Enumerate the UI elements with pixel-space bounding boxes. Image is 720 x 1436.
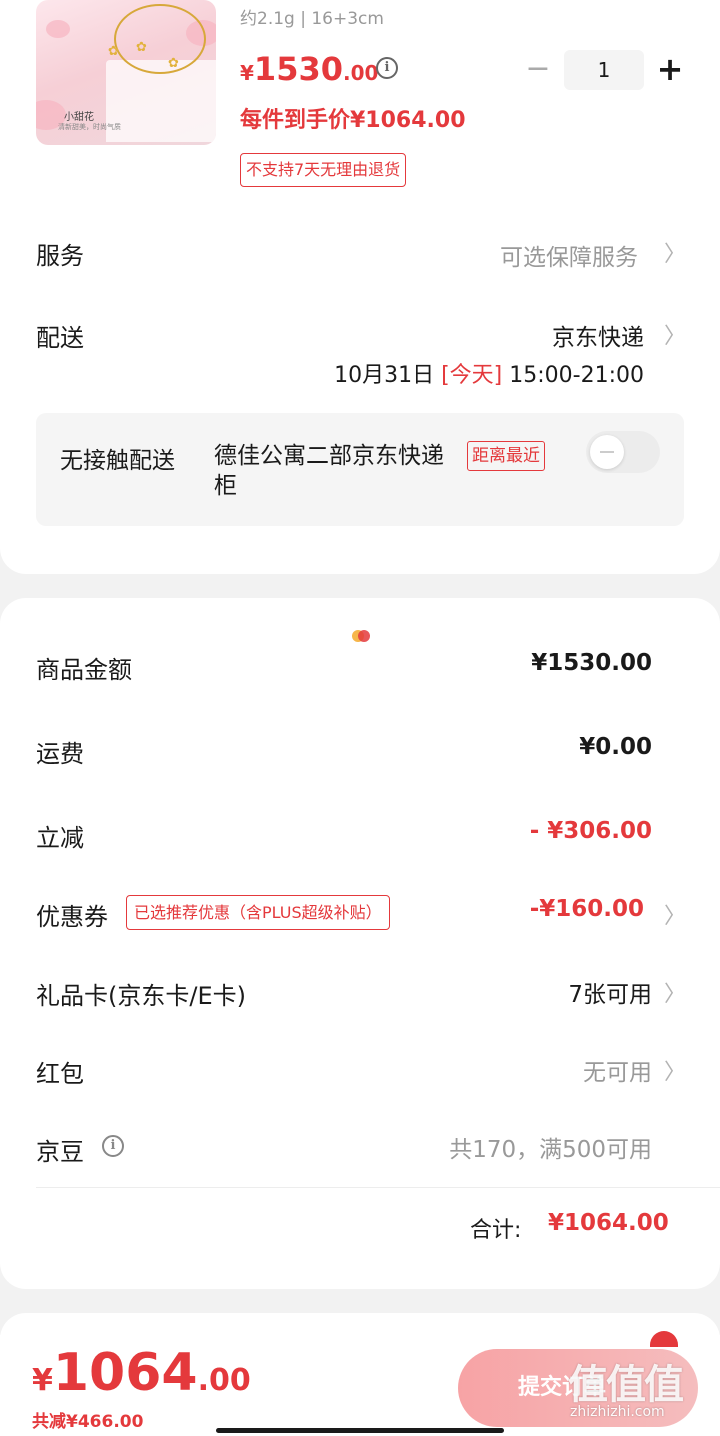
bracelet-chain-image [114,4,206,74]
coupon-label: 优惠券 [36,903,108,931]
contactless-label: 无接触配送 [60,448,175,474]
contactless-delivery-panel: 无接触配送 德佳公寓二部京东快递柜 距离最近 [36,413,684,526]
flower-charm-icon: ✿ [108,44,119,59]
product-price: ¥1530.00 [240,50,378,88]
quantity-input[interactable]: 1 [564,50,644,90]
watermark-logo: 值值值 [568,1362,684,1408]
service-value[interactable]: 可选保障服务 [500,238,638,272]
info-icon[interactable]: i [376,57,398,79]
shipping-value: ¥0.00 [579,734,652,760]
unit-final-price: 每件到手价¥1064.00 [240,108,466,133]
jingdou-value: 共170，满500可用 [449,1137,652,1163]
product-thumb-title: 小甜花 [64,112,94,123]
nearest-tag: 距离最近 [467,441,545,471]
coupon-selected-tag[interactable]: 已选推荐优惠（含PLUS超级补贴） [126,895,390,930]
locker-address: 德佳公寓二部京东快递柜 [214,443,444,499]
price-currency: ¥ [240,61,254,85]
price-integer: 1064 [52,1343,198,1403]
chevron-right-icon[interactable]: 〉 [664,318,686,350]
chevron-right-icon[interactable]: 〉 [664,1054,686,1086]
product-spec: 约2.1g | 16+3cm [240,9,384,29]
quantity-decrease-button[interactable]: − [524,52,552,88]
flower-charm-icon: ✿ [136,40,147,55]
goods-amount-label: 商品金额 [36,656,132,684]
total-value: ¥1064.00 [548,1210,669,1236]
price-decimal: .00 [342,61,379,85]
instant-discount-value: - ¥306.00 [529,818,652,844]
loading-indicator [352,630,370,642]
price-decimal: .00 [197,1363,251,1398]
delivery-today-tag: [今天] [441,363,503,388]
delivery-carrier[interactable]: 京东快递 [552,318,644,352]
price-integer: 1530 [253,50,343,88]
watermark-url: zhizhizhi.com [570,1404,665,1420]
giftcard-value[interactable]: 7张可用 [568,975,652,1009]
info-icon[interactable]: i [102,1135,124,1157]
price-currency: ¥ [32,1363,53,1398]
delivery-window: 15:00-21:00 [509,363,644,388]
total-label: 合计: [470,1218,522,1243]
flower-charm-icon: ✿ [168,56,179,71]
watermark: 值值值 zhizhizhi.com [566,1352,716,1434]
product-thumb-subtitle: 清新甜美，时尚气质 [58,123,121,131]
chevron-right-icon[interactable]: 〉 [664,976,686,1008]
no-return-tag: 不支持7天无理由退货 [240,153,407,187]
chevron-right-icon[interactable]: 〉 [664,236,686,268]
petal-decoration [46,20,70,38]
goods-amount-value: ¥1530.00 [531,650,652,676]
delivery-time[interactable]: 10月31日 [今天] 15:00-21:00 [334,357,644,389]
delivery-label: 配送 [36,324,84,352]
product-thumbnail[interactable]: ✿ ✿ ✿ 小甜花 清新甜美，时尚气质 [36,0,216,145]
instant-discount-label: 立减 [36,824,84,852]
coupon-value[interactable]: -¥160.00 [530,896,644,922]
giftcard-label: 礼品卡(京东卡/E卡) [36,982,246,1010]
home-indicator[interactable] [216,1428,504,1433]
jingdou-label: 京豆 [36,1138,84,1166]
contactless-toggle[interactable] [586,431,660,473]
chevron-right-icon[interactable]: 〉 [664,898,686,930]
red-packet-label: 红包 [36,1060,84,1088]
checkout-total-price: ¥1064.00 [32,1343,251,1403]
quantity-increase-button[interactable]: + [654,50,686,90]
shipping-label: 运费 [36,740,84,768]
red-packet-value[interactable]: 无可用 [583,1053,652,1087]
service-label: 服务 [36,242,84,270]
total-saved: 共减¥466.00 [32,1412,144,1432]
delivery-date: 10月31日 [334,363,435,388]
divider [36,1187,720,1188]
toggle-knob [590,435,624,469]
price-summary-card [0,598,720,1289]
